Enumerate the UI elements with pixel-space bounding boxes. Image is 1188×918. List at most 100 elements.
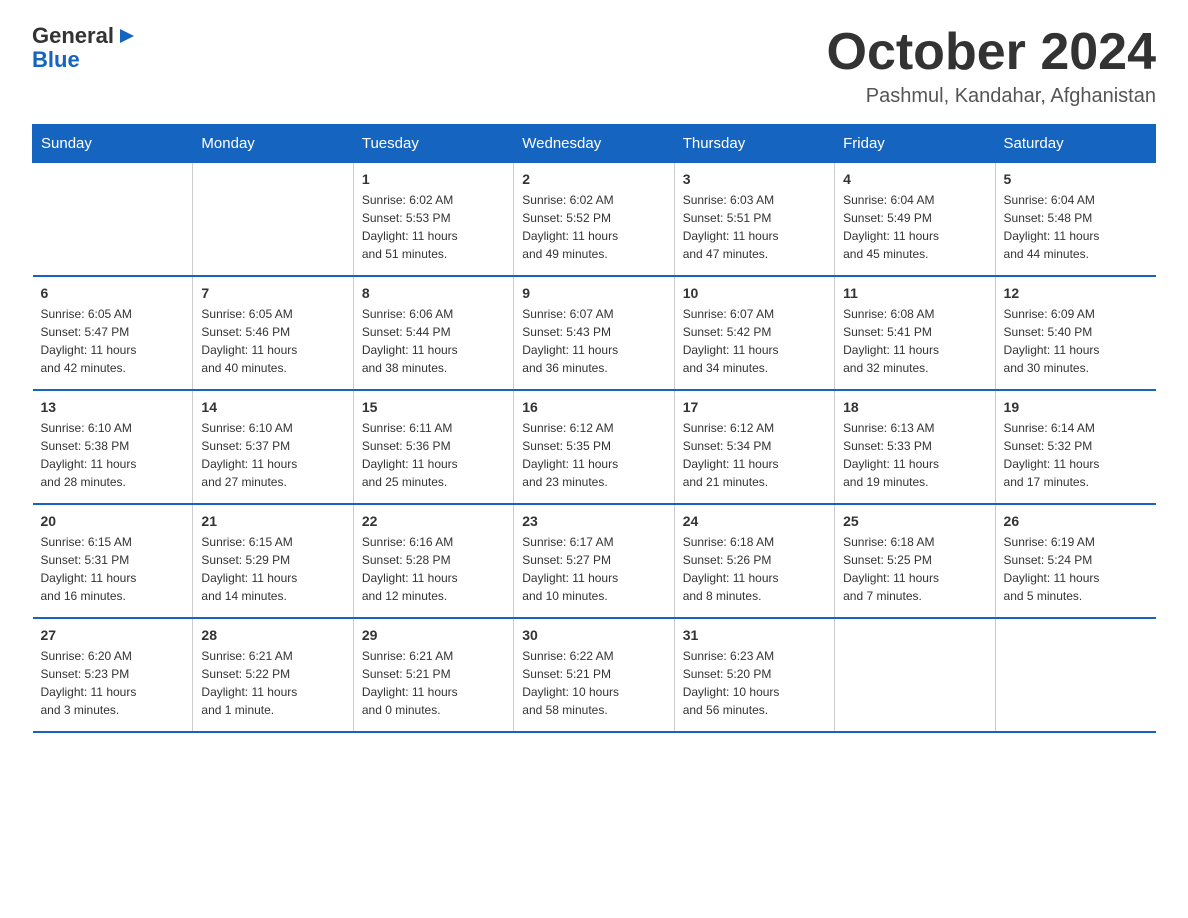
logo-general: General [32, 24, 114, 48]
calendar-header-row: SundayMondayTuesdayWednesdayThursdayFrid… [33, 125, 1156, 163]
day-number: 15 [362, 399, 505, 415]
logo-blue: Blue [32, 48, 138, 72]
calendar-cell: 19 Sunrise: 6:14 AM Sunset: 5:32 PM Dayli… [995, 390, 1155, 504]
calendar-cell: 3 Sunrise: 6:03 AM Sunset: 5:51 PM Daylig… [674, 163, 834, 277]
day-number: 18 [843, 399, 986, 415]
day-number: 19 [1004, 399, 1148, 415]
calendar-cell: 10 Sunrise: 6:07 AM Sunset: 5:42 PM Dayli… [674, 276, 834, 390]
day-info: Sunrise: 6:19 AM Sunset: 5:24 PM Dayligh… [1004, 533, 1148, 605]
calendar-cell: 6 Sunrise: 6:05 AM Sunset: 5:47 PM Daylig… [33, 276, 193, 390]
day-info: Sunrise: 6:14 AM Sunset: 5:32 PM Dayligh… [1004, 419, 1148, 491]
logo-arrow-icon [116, 25, 138, 47]
calendar-cell: 27 Sunrise: 6:20 AM Sunset: 5:23 PM Dayli… [33, 618, 193, 732]
day-info: Sunrise: 6:05 AM Sunset: 5:46 PM Dayligh… [201, 305, 344, 377]
day-number: 27 [41, 627, 185, 643]
day-info: Sunrise: 6:09 AM Sunset: 5:40 PM Dayligh… [1004, 305, 1148, 377]
calendar-cell: 31 Sunrise: 6:23 AM Sunset: 5:20 PM Dayli… [674, 618, 834, 732]
logo: General Blue [32, 24, 138, 72]
calendar-cell: 8 Sunrise: 6:06 AM Sunset: 5:44 PM Daylig… [353, 276, 513, 390]
day-number: 12 [1004, 285, 1148, 301]
day-info: Sunrise: 6:21 AM Sunset: 5:21 PM Dayligh… [362, 647, 505, 719]
calendar-cell: 28 Sunrise: 6:21 AM Sunset: 5:22 PM Dayli… [193, 618, 353, 732]
calendar-cell [995, 618, 1155, 732]
col-header-monday: Monday [193, 125, 353, 163]
calendar-cell: 17Sunrise: 6:12 AM Sunset: 5:34 PM Dayli… [674, 390, 834, 504]
calendar-cell: 24 Sunrise: 6:18 AM Sunset: 5:26 PM Dayli… [674, 504, 834, 618]
col-header-tuesday: Tuesday [353, 125, 513, 163]
day-number: 31 [683, 627, 826, 643]
day-info: Sunrise: 6:13 AM Sunset: 5:33 PM Dayligh… [843, 419, 986, 491]
day-number: 1 [362, 171, 505, 187]
calendar-cell: 12 Sunrise: 6:09 AM Sunset: 5:40 PM Dayli… [995, 276, 1155, 390]
day-info: Sunrise: 6:12 AM Sunset: 5:35 PM Dayligh… [522, 419, 665, 491]
calendar-cell: 11Sunrise: 6:08 AM Sunset: 5:41 PM Dayli… [835, 276, 995, 390]
day-number: 24 [683, 513, 826, 529]
day-info: Sunrise: 6:02 AM Sunset: 5:53 PM Dayligh… [362, 191, 505, 263]
day-number: 13 [41, 399, 185, 415]
day-number: 7 [201, 285, 344, 301]
day-info: Sunrise: 6:07 AM Sunset: 5:43 PM Dayligh… [522, 305, 665, 377]
calendar-cell [33, 163, 193, 277]
calendar-table: SundayMondayTuesdayWednesdayThursdayFrid… [32, 124, 1156, 733]
day-info: Sunrise: 6:16 AM Sunset: 5:28 PM Dayligh… [362, 533, 505, 605]
day-info: Sunrise: 6:04 AM Sunset: 5:49 PM Dayligh… [843, 191, 986, 263]
day-number: 25 [843, 513, 986, 529]
calendar-cell: 22 Sunrise: 6:16 AM Sunset: 5:28 PM Dayli… [353, 504, 513, 618]
day-info: Sunrise: 6:02 AM Sunset: 5:52 PM Dayligh… [522, 191, 665, 263]
day-number: 26 [1004, 513, 1148, 529]
calendar-cell: 9Sunrise: 6:07 AM Sunset: 5:43 PM Daylig… [514, 276, 674, 390]
month-title: October 2024 [827, 24, 1157, 81]
calendar-cell: 7 Sunrise: 6:05 AM Sunset: 5:46 PM Daylig… [193, 276, 353, 390]
day-number: 30 [522, 627, 665, 643]
day-number: 14 [201, 399, 344, 415]
col-header-thursday: Thursday [674, 125, 834, 163]
day-number: 23 [522, 513, 665, 529]
col-header-wednesday: Wednesday [514, 125, 674, 163]
day-info: Sunrise: 6:23 AM Sunset: 5:20 PM Dayligh… [683, 647, 826, 719]
day-info: Sunrise: 6:07 AM Sunset: 5:42 PM Dayligh… [683, 305, 826, 377]
page-header: General Blue October 2024 Pashmul, Kanda… [32, 24, 1156, 108]
calendar-cell: 23 Sunrise: 6:17 AM Sunset: 5:27 PM Dayli… [514, 504, 674, 618]
calendar-cell: 21 Sunrise: 6:15 AM Sunset: 5:29 PM Dayli… [193, 504, 353, 618]
day-info: Sunrise: 6:06 AM Sunset: 5:44 PM Dayligh… [362, 305, 505, 377]
day-info: Sunrise: 6:18 AM Sunset: 5:25 PM Dayligh… [843, 533, 986, 605]
day-info: Sunrise: 6:05 AM Sunset: 5:47 PM Dayligh… [41, 305, 185, 377]
day-number: 20 [41, 513, 185, 529]
title-block: October 2024 Pashmul, Kandahar, Afghanis… [827, 24, 1157, 108]
calendar-cell: 18 Sunrise: 6:13 AM Sunset: 5:33 PM Dayli… [835, 390, 995, 504]
day-info: Sunrise: 6:17 AM Sunset: 5:27 PM Dayligh… [522, 533, 665, 605]
day-number: 10 [683, 285, 826, 301]
day-number: 28 [201, 627, 344, 643]
day-number: 8 [362, 285, 505, 301]
day-number: 3 [683, 171, 826, 187]
day-info: Sunrise: 6:04 AM Sunset: 5:48 PM Dayligh… [1004, 191, 1148, 263]
day-info: Sunrise: 6:15 AM Sunset: 5:29 PM Dayligh… [201, 533, 344, 605]
day-number: 5 [1004, 171, 1148, 187]
calendar-cell: 15Sunrise: 6:11 AM Sunset: 5:36 PM Dayli… [353, 390, 513, 504]
day-info: Sunrise: 6:18 AM Sunset: 5:26 PM Dayligh… [683, 533, 826, 605]
calendar-cell: 2 Sunrise: 6:02 AM Sunset: 5:52 PM Daylig… [514, 163, 674, 277]
calendar-week-row: 6 Sunrise: 6:05 AM Sunset: 5:47 PM Daylig… [33, 276, 1156, 390]
calendar-cell: 14 Sunrise: 6:10 AM Sunset: 5:37 PM Dayli… [193, 390, 353, 504]
day-info: Sunrise: 6:20 AM Sunset: 5:23 PM Dayligh… [41, 647, 185, 719]
day-info: Sunrise: 6:12 AM Sunset: 5:34 PM Dayligh… [683, 419, 826, 491]
calendar-cell: 20Sunrise: 6:15 AM Sunset: 5:31 PM Dayli… [33, 504, 193, 618]
day-info: Sunrise: 6:08 AM Sunset: 5:41 PM Dayligh… [843, 305, 986, 377]
day-number: 4 [843, 171, 986, 187]
calendar-cell: 1 Sunrise: 6:02 AM Sunset: 5:53 PM Daylig… [353, 163, 513, 277]
day-number: 16 [522, 399, 665, 415]
calendar-cell: 4 Sunrise: 6:04 AM Sunset: 5:49 PM Daylig… [835, 163, 995, 277]
calendar-cell: 25 Sunrise: 6:18 AM Sunset: 5:25 PM Dayli… [835, 504, 995, 618]
day-info: Sunrise: 6:10 AM Sunset: 5:37 PM Dayligh… [201, 419, 344, 491]
day-number: 29 [362, 627, 505, 643]
day-info: Sunrise: 6:10 AM Sunset: 5:38 PM Dayligh… [41, 419, 185, 491]
day-number: 6 [41, 285, 185, 301]
day-number: 21 [201, 513, 344, 529]
day-info: Sunrise: 6:03 AM Sunset: 5:51 PM Dayligh… [683, 191, 826, 263]
calendar-cell [835, 618, 995, 732]
calendar-week-row: 13 Sunrise: 6:10 AM Sunset: 5:38 PM Dayli… [33, 390, 1156, 504]
day-info: Sunrise: 6:21 AM Sunset: 5:22 PM Dayligh… [201, 647, 344, 719]
calendar-cell: 26 Sunrise: 6:19 AM Sunset: 5:24 PM Dayli… [995, 504, 1155, 618]
day-number: 22 [362, 513, 505, 529]
day-number: 2 [522, 171, 665, 187]
